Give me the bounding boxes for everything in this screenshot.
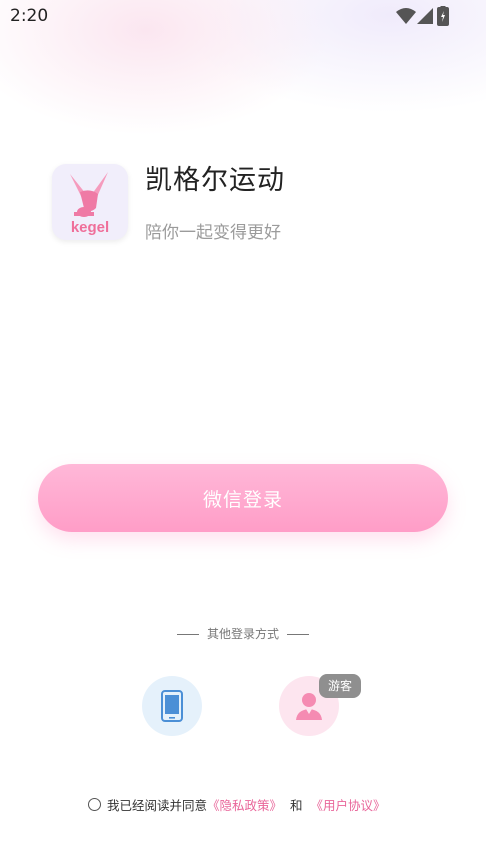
status-time: 2:20 xyxy=(10,6,49,26)
app-title: 凯格尔运动 xyxy=(145,165,285,196)
battery-icon xyxy=(437,6,449,26)
agreement-checkbox[interactable] xyxy=(88,797,101,811)
divider-line-right xyxy=(286,634,309,635)
app-logo: kegel xyxy=(52,164,128,240)
kegel-figure-icon xyxy=(70,172,108,217)
other-login-label: 其他登录方式 xyxy=(206,627,279,641)
divider-line-left xyxy=(177,634,200,635)
background-gradient xyxy=(0,0,486,300)
other-login-divider: 其他登录方式 xyxy=(0,625,486,642)
phone-icon xyxy=(161,690,183,722)
wifi-icon xyxy=(396,8,416,24)
agreement-and: 和 xyxy=(290,797,303,813)
phone-login-button[interactable] xyxy=(142,676,202,736)
agreement-text: 我已经阅读并同意 xyxy=(107,797,208,813)
privacy-policy-link[interactable]: 《隐私政策》 xyxy=(207,795,282,814)
user-agreement-link[interactable]: 《用户协议》 xyxy=(311,795,386,814)
wechat-login-button[interactable]: 微信登录 xyxy=(38,464,448,532)
app-subtitle: 陪你一起变得更好 xyxy=(145,223,281,243)
guest-badge: 游客 xyxy=(319,674,362,698)
logo-text: kegel xyxy=(70,219,110,236)
signal-icon xyxy=(417,8,433,24)
agreement-row: 我已经阅读并同意 《隐私政策》 和 《用户协议》 xyxy=(88,794,386,814)
status-bar: 2:20 xyxy=(0,0,486,32)
status-icons xyxy=(374,6,454,26)
wechat-login-label: 微信登录 xyxy=(202,488,283,511)
